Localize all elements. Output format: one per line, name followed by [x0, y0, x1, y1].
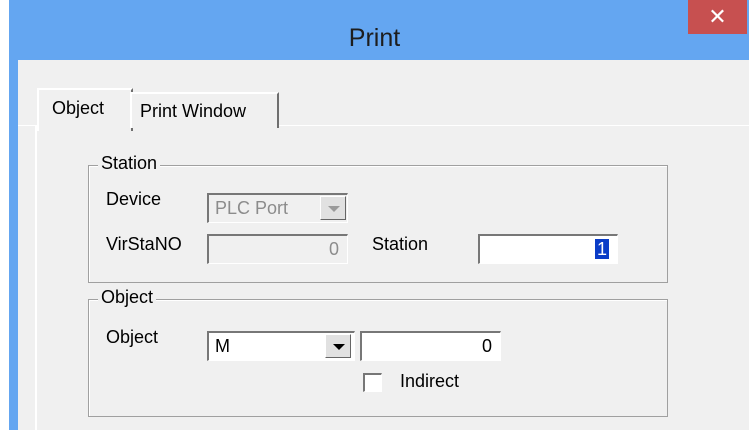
- device-label: Device: [106, 189, 162, 209]
- object-label: Object: [106, 327, 159, 347]
- device-dropdown-button[interactable]: [320, 196, 346, 220]
- tab-object[interactable]: Object: [37, 88, 133, 131]
- window-title: Print: [348, 24, 401, 52]
- station-group: [88, 165, 668, 283]
- tab-print-window-label: Print Window: [140, 101, 247, 121]
- object-type-select[interactable]: M: [207, 331, 355, 361]
- left-edge: [0, 0, 9, 430]
- tab-object-label: Object: [52, 98, 105, 118]
- object-dropdown-button[interactable]: [325, 334, 351, 358]
- close-icon: ✕: [708, 4, 727, 29]
- device-select-value: PLC Port: [215, 198, 289, 218]
- indirect-checkbox[interactable]: [363, 373, 382, 392]
- station-value: 1: [594, 239, 609, 259]
- station-field[interactable]: 1: [478, 234, 618, 264]
- indirect-label: Indirect: [400, 371, 460, 391]
- device-select[interactable]: PLC Port: [207, 193, 348, 223]
- close-button[interactable]: ✕: [688, 0, 747, 34]
- object-address-field[interactable]: 0: [360, 331, 501, 361]
- station-group-title: Station: [98, 153, 161, 174]
- chevron-down-icon: [333, 344, 345, 350]
- chevron-down-icon: [328, 206, 340, 212]
- virsta-field[interactable]: 0: [207, 234, 348, 264]
- object-type-value: M: [215, 336, 230, 356]
- object-group-title: Object: [98, 287, 157, 308]
- station-label: Station: [372, 234, 429, 254]
- virsta-label: VirStaNO: [106, 234, 182, 254]
- tab-print-window[interactable]: Print Window: [130, 92, 279, 128]
